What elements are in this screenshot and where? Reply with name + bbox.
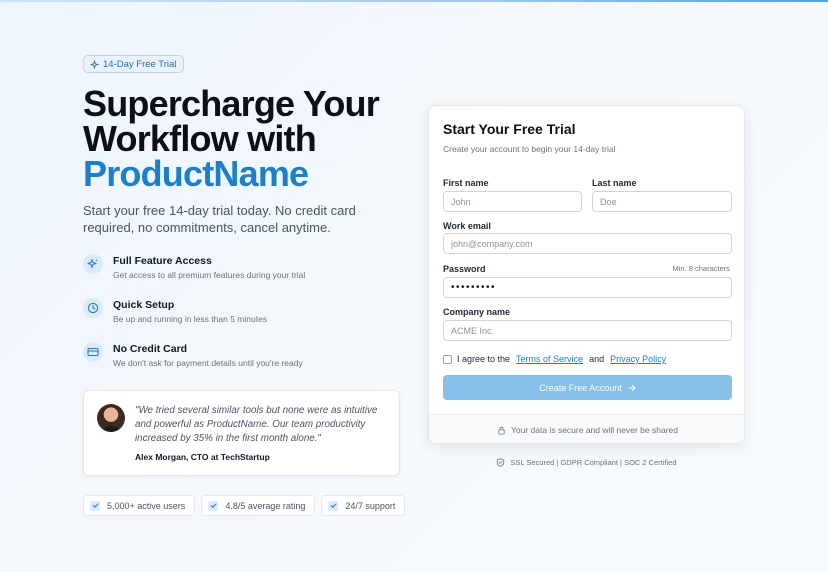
compliance-text: SSL Secured | GDPR Compliant | SOC 2 Cer… bbox=[510, 458, 677, 467]
form-subtitle: Create your account to begin your 14-day… bbox=[443, 144, 616, 154]
terms-of-service-link[interactable]: Terms of Service bbox=[516, 354, 583, 364]
testimonial-author: Alex Morgan, CTO at TechStartup bbox=[135, 452, 270, 462]
stat-chip: 5,000+ active users bbox=[83, 495, 196, 516]
email-label: Work email bbox=[443, 221, 491, 231]
stat-label: 5,000+ active users bbox=[107, 500, 186, 511]
feature-title: Full Feature Access bbox=[113, 255, 212, 267]
password-input[interactable] bbox=[443, 277, 732, 298]
feature-desc: Be up and running in less than 5 minutes bbox=[113, 314, 268, 324]
first-name-input[interactable] bbox=[443, 191, 582, 212]
password-label: Password bbox=[443, 264, 486, 274]
email-input[interactable] bbox=[443, 233, 732, 254]
privacy-policy-link[interactable]: Privacy Policy bbox=[610, 354, 666, 364]
credit-card-icon bbox=[83, 342, 103, 362]
terms-prefix: I agree to the bbox=[457, 354, 511, 364]
feature-title: No Credit Card bbox=[113, 343, 188, 355]
feature-desc: We don't ask for payment details until y… bbox=[113, 358, 303, 368]
stats-row: 5,000+ active users 4.8/5 average rating… bbox=[83, 495, 406, 516]
top-accent-bar bbox=[0, 0, 828, 2]
last-name-label: Last name bbox=[592, 178, 637, 188]
create-account-button[interactable]: Create Free Account bbox=[443, 375, 732, 400]
secure-note: Your data is secure and will never be sh… bbox=[429, 414, 744, 443]
check-icon bbox=[328, 500, 339, 511]
terms-and: and bbox=[589, 354, 605, 364]
feature-item: No Credit Card We don't ask for payment … bbox=[83, 342, 383, 386]
stat-label: 24/7 support bbox=[345, 500, 396, 511]
signup-card: Start Your Free Trial Create your accoun… bbox=[428, 105, 745, 444]
shield-check-icon bbox=[497, 458, 505, 467]
form-title: Start Your Free Trial bbox=[443, 121, 576, 137]
secure-note-text: Your data is secure and will never be sh… bbox=[511, 425, 678, 435]
feature-title: Quick Setup bbox=[113, 299, 175, 311]
hero-headline: Supercharge Your Workflow with ProductNa… bbox=[83, 86, 403, 194]
company-label: Company name bbox=[443, 307, 511, 317]
arrow-right-icon bbox=[628, 384, 636, 391]
trial-badge: 14-Day Free Trial bbox=[83, 55, 185, 73]
testimonial-quote: "We tried several similar tools but none… bbox=[135, 405, 378, 444]
company-input[interactable] bbox=[443, 320, 732, 341]
headline-brand: ProductName bbox=[83, 153, 309, 194]
feature-list: Full Feature Access Get access to all pr… bbox=[83, 254, 383, 386]
feature-item: Quick Setup Be up and running in less th… bbox=[83, 298, 383, 342]
terms-checkbox[interactable] bbox=[443, 354, 452, 364]
testimonial-card: "We tried several similar tools but none… bbox=[83, 390, 400, 476]
stat-chip: 4.8/5 average rating bbox=[201, 495, 316, 516]
hero-subtitle: Start your free 14-day trial today. No c… bbox=[83, 203, 356, 235]
compliance-note: SSL Secured | GDPR Compliant | SOC 2 Cer… bbox=[428, 458, 745, 467]
check-icon bbox=[208, 500, 219, 511]
first-name-label: First name bbox=[443, 178, 489, 188]
clock-icon bbox=[83, 298, 103, 318]
sparkle-icon bbox=[90, 59, 99, 69]
terms-row: I agree to the Terms of Service and Priv… bbox=[443, 354, 668, 364]
feature-desc: Get access to all premium features durin… bbox=[113, 270, 306, 280]
sparkles-icon bbox=[83, 254, 103, 274]
lock-icon bbox=[498, 426, 505, 435]
trial-badge-label: 14-Day Free Trial bbox=[103, 58, 177, 70]
feature-item: Full Feature Access Get access to all pr… bbox=[83, 254, 383, 298]
check-icon bbox=[90, 500, 100, 511]
stat-label: 4.8/5 average rating bbox=[225, 500, 306, 511]
avatar bbox=[97, 404, 125, 432]
password-hint: Min. 8 characters bbox=[672, 264, 730, 273]
stat-chip: 24/7 support bbox=[321, 495, 406, 516]
create-account-label: Create Free Account bbox=[539, 382, 622, 393]
last-name-input[interactable] bbox=[592, 191, 732, 212]
